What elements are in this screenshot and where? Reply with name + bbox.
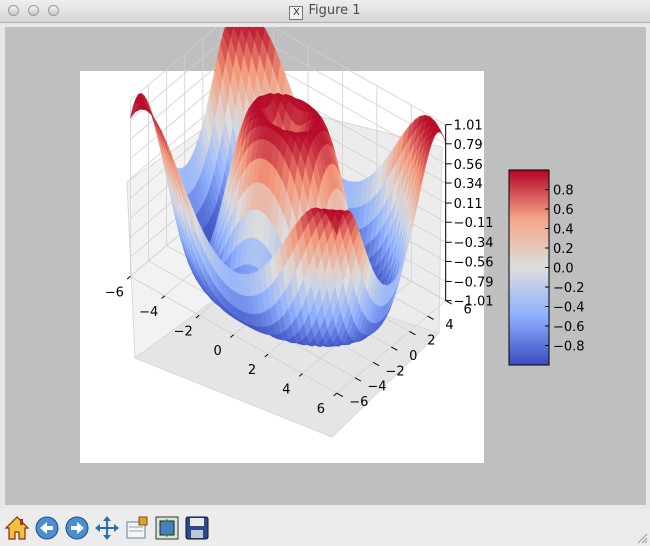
home-button[interactable]: [4, 515, 30, 541]
tick-label: −4: [367, 380, 386, 395]
figure-canvas[interactable]: −6 −4 −2 0 2 4 6 −6 −4 −2 0 2 4 6 −1.01 −0.79 −0.56 −0.34…: [5, 7, 646, 505]
colorbar-tick-label: 0.6: [553, 203, 574, 218]
tick-label: −0.56: [454, 255, 494, 270]
tick-label: 2: [427, 333, 435, 348]
colorbar-tick-label: 0.2: [553, 242, 574, 257]
tick-label: −0.79: [454, 275, 494, 290]
x11-icon: X: [289, 6, 304, 20]
back-button[interactable]: [34, 515, 60, 541]
tick-label: 4: [282, 383, 290, 398]
colorbar-ticks: 0.8 0.6 0.4 0.2 0.0 −0.2 −0.4 −0.6 −0.8: [545, 184, 585, 355]
tick-label: 0: [213, 344, 221, 359]
resize-grip-icon[interactable]: [636, 532, 648, 544]
tick-label: −6: [105, 285, 124, 300]
save-icon: [185, 516, 209, 540]
tick-label: −4: [139, 305, 158, 320]
colorbar-tick-label: −0.8: [553, 340, 585, 355]
zoom-icon: [126, 516, 148, 539]
navigation-toolbar: [0, 508, 650, 546]
configure-subplots-button[interactable]: [154, 515, 180, 541]
pan-icon: [95, 516, 119, 540]
window-title: X Figure 1: [0, 3, 650, 20]
tick-label: −2: [386, 364, 405, 379]
figure-svg: −6−4−20246 −6−4−20246−1.01−0.79−0.56−0.34…: [80, 7, 585, 463]
back-arrow-icon: [35, 516, 59, 540]
window-title-text: Figure 1: [308, 3, 361, 18]
colorbar-tick-label: −0.6: [553, 320, 585, 335]
tick-label: −0.34: [454, 236, 494, 251]
tick-label: 1.01: [454, 119, 483, 134]
tick-label: −2: [174, 324, 193, 339]
colorbar-tick-label: 0.8: [553, 184, 574, 199]
zoom-button[interactable]: [124, 515, 150, 541]
tick-label: 2: [248, 363, 256, 378]
pan-button[interactable]: [94, 515, 120, 541]
forward-arrow-icon: [65, 516, 89, 540]
tick-label: 0.34: [454, 177, 483, 192]
tick-label: 0.56: [454, 158, 483, 173]
tick-label: 0.79: [454, 138, 483, 153]
tick-label: −6: [349, 395, 368, 410]
colorbar: [508, 169, 550, 366]
save-button[interactable]: [184, 515, 210, 541]
colorbar-tick-label: −0.2: [553, 281, 585, 296]
colorbar-tick-label: 0.4: [553, 223, 574, 238]
home-icon: [4, 516, 30, 540]
configure-subplots-icon: [155, 516, 179, 540]
colorbar-tick-label: −0.4: [553, 301, 585, 316]
colorbar-tick-label: 0.0: [553, 262, 574, 277]
forward-button[interactable]: [64, 515, 90, 541]
window-titlebar: X Figure 1: [0, 0, 650, 23]
tick-label: 6: [317, 402, 325, 417]
tick-label: 0.11: [454, 197, 483, 212]
tick-label: −0.11: [454, 216, 494, 231]
tick-label: 4: [445, 318, 453, 333]
tick-label: 0: [409, 349, 417, 364]
tick-label: −1.01: [454, 295, 494, 310]
